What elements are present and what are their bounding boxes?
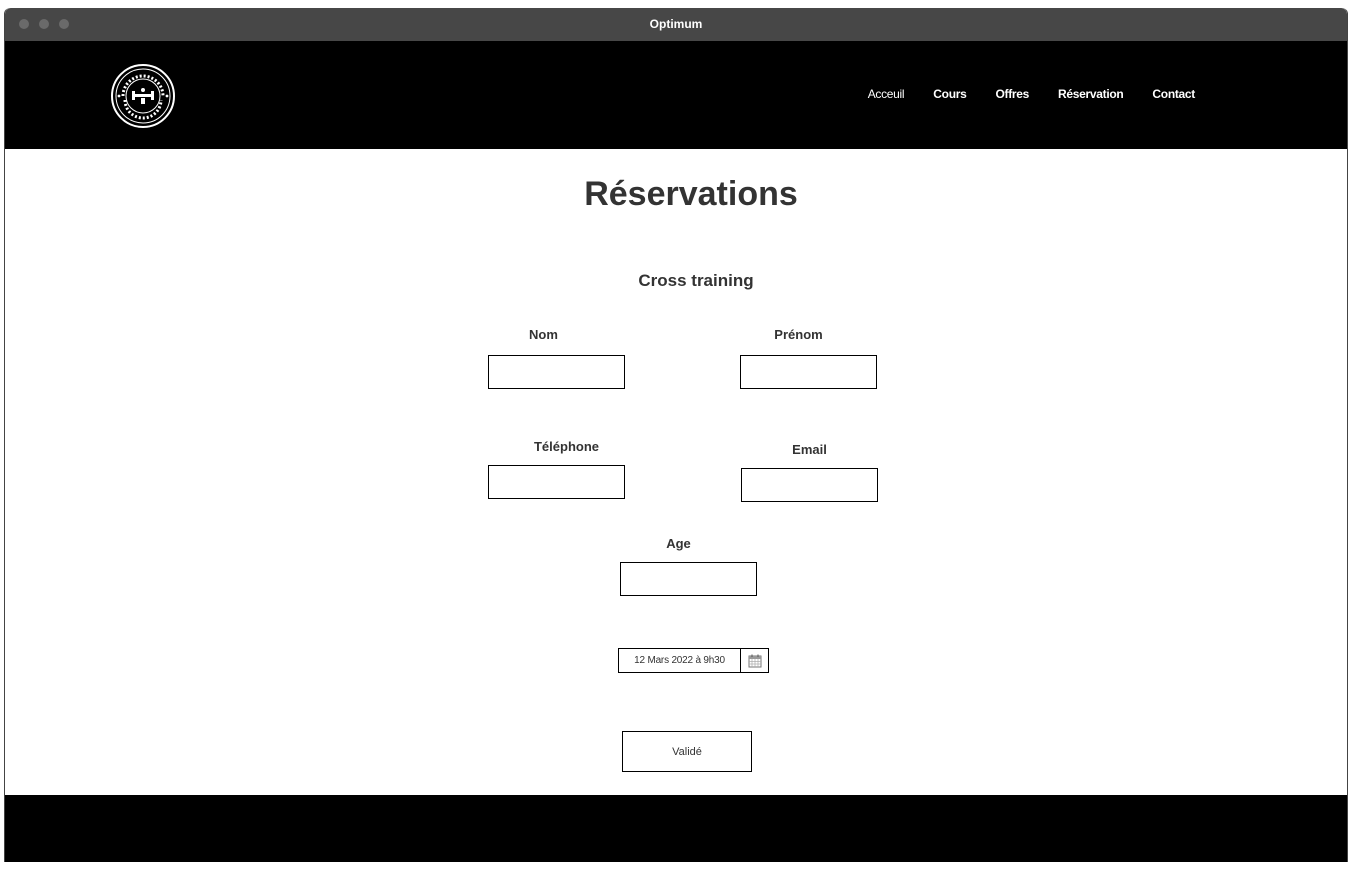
optimum-fitness-logo[interactable] <box>110 63 176 129</box>
nav-link-reservation[interactable]: Réservation <box>1058 87 1124 101</box>
date-picker[interactable]: 12 Mars 2022 à 9h30 <box>618 648 769 673</box>
site-header: Acceuil Cours Offres Réservation Contact <box>5 41 1347 149</box>
telephone-field[interactable] <box>488 465 625 499</box>
title-bar: Optimum <box>5 8 1347 41</box>
nav-link-acceuil[interactable]: Acceuil <box>868 87 905 101</box>
age-label: Age <box>666 536 691 551</box>
prenom-label: Prénom <box>774 327 823 342</box>
nav-link-contact[interactable]: Contact <box>1152 87 1195 101</box>
nav-link-cours[interactable]: Cours <box>933 87 966 101</box>
calendar-icon[interactable] <box>741 649 768 672</box>
page-title: Réservations <box>584 175 798 213</box>
date-value[interactable]: 12 Mars 2022 à 9h30 <box>619 649 741 672</box>
age-field[interactable] <box>620 562 757 596</box>
course-title: Cross training <box>638 271 754 290</box>
window-title: Optimum <box>649 17 703 31</box>
email-label: Email <box>792 442 827 457</box>
nom-label: Nom <box>529 327 558 342</box>
telephone-label: Téléphone <box>533 439 599 454</box>
reservation-section: Réservations Cross training Nom Prénom T… <box>5 149 1347 795</box>
submit-button[interactable]: Validé <box>622 731 752 772</box>
main-navigation: Acceuil Cours Offres Réservation Contact <box>868 87 1196 101</box>
browser-window: Optimum Acceuil Cours Offres Réservation… <box>4 8 1348 862</box>
nav-link-offres[interactable]: Offres <box>995 87 1029 101</box>
email-field[interactable] <box>741 468 878 502</box>
prenom-field[interactable] <box>740 355 877 389</box>
site-footer <box>5 795 1347 862</box>
nom-field[interactable] <box>488 355 625 389</box>
